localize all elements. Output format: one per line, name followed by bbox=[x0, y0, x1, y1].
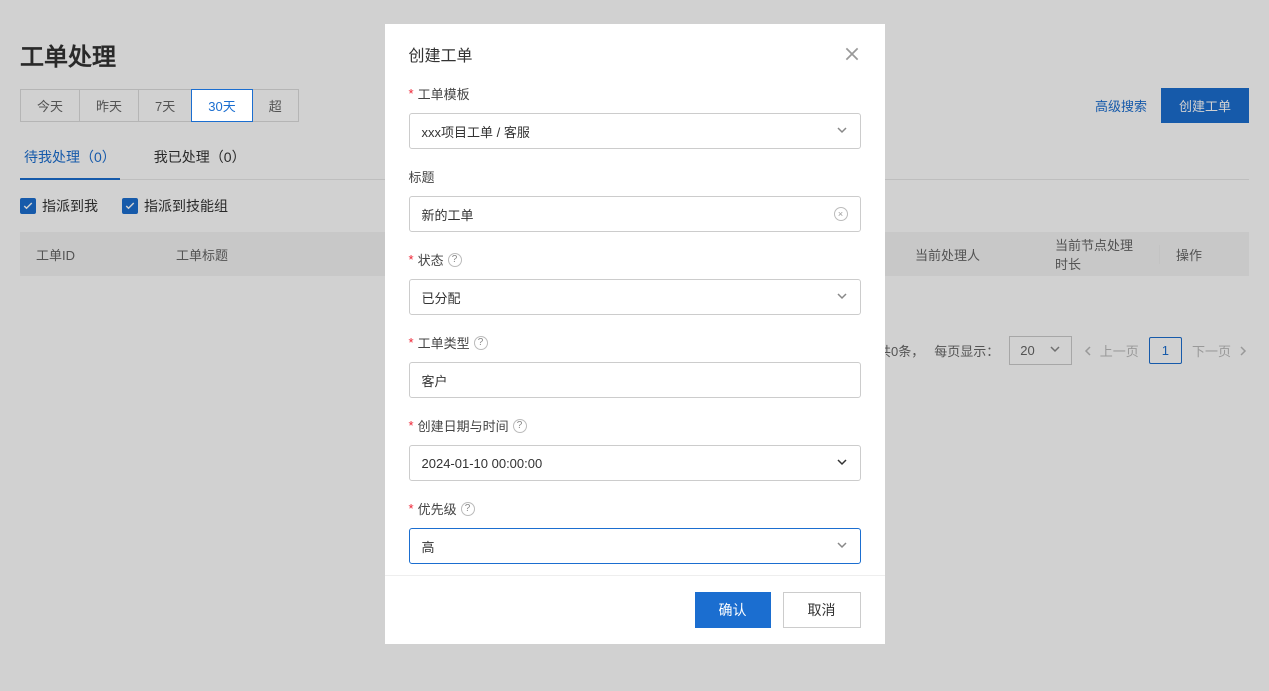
required-mark: * bbox=[409, 335, 414, 350]
subject-input[interactable]: 新的工单 × bbox=[409, 196, 861, 232]
priority-value: 高 bbox=[422, 537, 435, 556]
help-icon[interactable]: ? bbox=[474, 336, 488, 350]
datetime-label: 创建日期与时间 bbox=[418, 416, 509, 435]
priority-select[interactable]: 高 bbox=[409, 528, 861, 564]
template-value: xxx项目工单 / 客服 bbox=[422, 122, 530, 141]
datetime-picker[interactable]: 2024-01-10 00:00:00 bbox=[409, 445, 861, 481]
type-label: 工单类型 bbox=[418, 333, 470, 352]
required-mark: * bbox=[409, 501, 414, 516]
type-input[interactable]: 客户 bbox=[409, 362, 861, 398]
confirm-button[interactable]: 确认 bbox=[695, 592, 771, 628]
modal-title: 创建工单 bbox=[409, 42, 473, 66]
required-mark: * bbox=[409, 252, 414, 267]
help-icon[interactable]: ? bbox=[448, 253, 462, 267]
status-value: 已分配 bbox=[422, 288, 461, 307]
status-label: 状态 bbox=[418, 250, 444, 269]
help-icon[interactable]: ? bbox=[461, 502, 475, 516]
close-icon[interactable] bbox=[843, 45, 861, 63]
cancel-button[interactable]: 取消 bbox=[783, 592, 861, 628]
clear-icon[interactable]: × bbox=[834, 207, 848, 221]
status-select[interactable]: 已分配 bbox=[409, 279, 861, 315]
chevron-down-icon bbox=[836, 124, 848, 139]
priority-label: 优先级 bbox=[418, 499, 457, 518]
chevron-down-icon bbox=[836, 290, 848, 305]
required-mark: * bbox=[409, 418, 414, 433]
required-mark: * bbox=[409, 86, 414, 101]
help-icon[interactable]: ? bbox=[513, 419, 527, 433]
subject-value: 新的工单 bbox=[422, 205, 474, 224]
datetime-value: 2024-01-10 00:00:00 bbox=[422, 456, 543, 471]
subject-label: 标题 bbox=[409, 167, 435, 186]
chevron-down-icon bbox=[836, 456, 848, 471]
date-30d-button[interactable]: 30天 bbox=[191, 89, 252, 122]
template-label: 工单模板 bbox=[418, 84, 470, 103]
type-value: 客户 bbox=[422, 371, 448, 390]
create-ticket-modal: 创建工单 * 工单模板 xxx项目工单 / 客服 标题 新的工单 × bbox=[385, 24, 885, 644]
template-select[interactable]: xxx项目工单 / 客服 bbox=[409, 113, 861, 149]
chevron-down-icon bbox=[836, 539, 848, 554]
